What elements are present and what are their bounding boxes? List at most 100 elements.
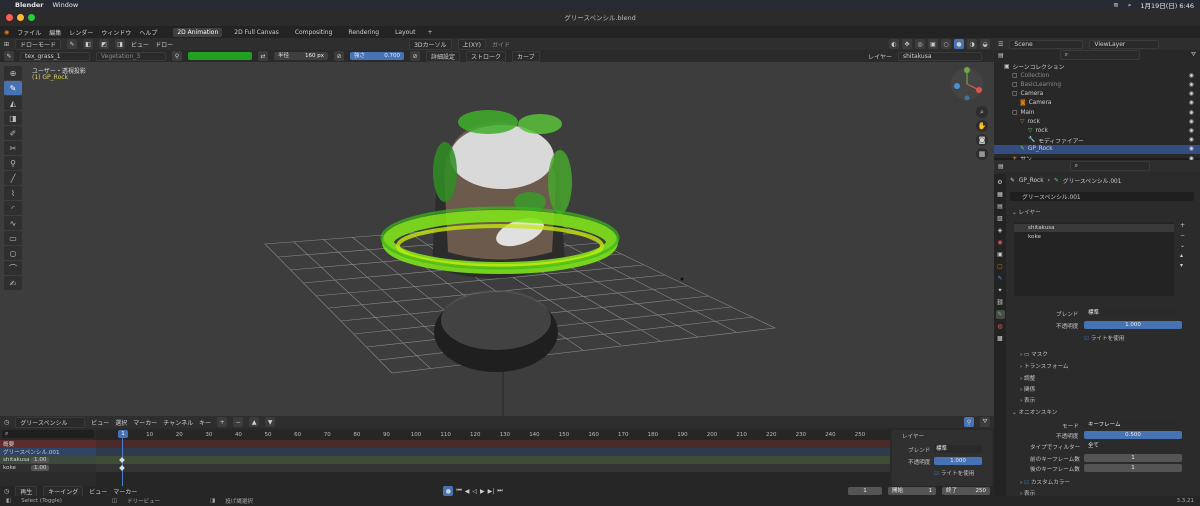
add-workspace-button[interactable]: +: [427, 29, 432, 36]
stroke-dropdown[interactable]: ストローク: [466, 50, 507, 62]
menu-marker[interactable]: マーカー: [133, 418, 157, 427]
clock[interactable]: 1月19日(日) 6:46: [1140, 0, 1194, 10]
keyframes-after-field[interactable]: 1: [1084, 464, 1182, 472]
visibility-eye-icon[interactable]: ◉: [1189, 128, 1194, 134]
outliner-item[interactable]: ▢ Camera ◉: [994, 90, 1200, 99]
effects-tab-icon[interactable]: ✦: [996, 286, 1005, 295]
pan-icon[interactable]: ✋: [976, 120, 988, 132]
solid-shading-icon[interactable]: ●: [954, 39, 964, 49]
eyedropper-tool-icon[interactable]: ⚲: [4, 156, 22, 170]
render-tab-icon[interactable]: ▦: [996, 190, 1005, 199]
outliner-item[interactable]: ◙ Camera ◉: [994, 99, 1200, 108]
add-layer-icon[interactable]: +: [217, 417, 228, 427]
menu-view[interactable]: ビュー: [91, 418, 109, 427]
use-lights-checkbox[interactable]: ☑ ライトを使用: [1084, 334, 1124, 342]
menu-draw[interactable]: ドロー: [155, 40, 173, 49]
strength-field[interactable]: 強さ 0.700: [350, 52, 404, 60]
funnel-icon[interactable]: ⛛: [980, 417, 990, 427]
menu-select[interactable]: 選択: [115, 418, 127, 427]
editor-type-icon[interactable]: ☰: [998, 41, 1003, 48]
properties-search[interactable]: ⌕: [1069, 161, 1150, 171]
cutter-tool-icon[interactable]: ✂: [4, 141, 22, 155]
current-frame-indicator[interactable]: 1: [118, 430, 128, 438]
tint-icon[interactable]: ◨: [115, 39, 126, 49]
transform-section[interactable]: › トランスフォーム: [1020, 362, 1069, 370]
line-tool-icon[interactable]: ╱: [4, 171, 22, 185]
active-layer-field[interactable]: shitakusa: [898, 51, 982, 61]
play-icon[interactable]: ▶: [480, 488, 485, 495]
visibility-eye-icon[interactable]: ◉: [1189, 146, 1194, 152]
keyframe-area[interactable]: [96, 430, 890, 486]
collection-tab-icon[interactable]: ▣: [996, 250, 1005, 259]
draw-tool-icon[interactable]: ✎: [4, 81, 22, 95]
layer-item-shitakusa[interactable]: shitakusa: [1014, 224, 1174, 232]
mode-select[interactable]: ドローモード: [15, 38, 62, 50]
visibility-icon[interactable]: ◐: [889, 39, 899, 49]
move-up-icon[interactable]: ▴: [1180, 252, 1185, 259]
world-tab-icon[interactable]: ◉: [996, 238, 1005, 247]
start-frame-field[interactable]: 開始 1: [888, 487, 936, 495]
box-tool-icon[interactable]: ▭: [4, 231, 22, 245]
adjustments-section[interactable]: › 調整: [1020, 374, 1035, 382]
channel-search[interactable]: ⌕: [2, 430, 94, 438]
blend-select[interactable]: 標準: [934, 445, 982, 453]
gizmo-icon[interactable]: ✥: [902, 39, 912, 49]
layer-opacity[interactable]: 1.00: [31, 457, 50, 463]
viewlayer-select[interactable]: ViewLayer: [1089, 39, 1160, 49]
outliner-item[interactable]: ▣ シーンコレクション: [994, 62, 1200, 72]
annotate-tool-icon[interactable]: ✍: [4, 276, 22, 290]
blender-logo-icon[interactable]: ◉: [4, 29, 9, 36]
opacity-field[interactable]: 1.000: [1084, 321, 1182, 329]
blend-select[interactable]: 標準: [1084, 309, 1182, 317]
view-layer-tab-icon[interactable]: ▧: [996, 214, 1005, 223]
texture-tab-icon[interactable]: ▩: [996, 334, 1005, 343]
pressure-radius-icon[interactable]: ⊘: [334, 51, 344, 61]
workspace-tab-2d-animation[interactable]: 2D Animation: [173, 27, 223, 37]
constraint-tab-icon[interactable]: ⛓: [996, 298, 1005, 307]
drawing-plane-select[interactable]: 上(XY): [457, 38, 486, 50]
outliner-item[interactable]: 🔧 モディファイアー ◉: [994, 136, 1200, 145]
mix-color-icon[interactable]: ⇄: [258, 51, 268, 61]
radius-field[interactable]: 半径 160 px: [274, 52, 328, 60]
layer-item-koke[interactable]: koke: [1014, 233, 1174, 241]
layer-opacity[interactable]: 1.00: [31, 465, 50, 471]
outliner-item[interactable]: ▢ Collection ◉: [994, 71, 1200, 80]
curve-tool-icon[interactable]: ∿: [4, 216, 22, 230]
opacity-field[interactable]: 1.000: [934, 457, 982, 465]
filter-icon[interactable]: ⚲: [964, 417, 974, 427]
move-down-icon[interactable]: ▾: [1180, 262, 1185, 269]
visibility-eye-icon[interactable]: ◉: [1189, 119, 1194, 125]
workspace-tab-compositing[interactable]: Compositing: [291, 28, 337, 37]
menu-marker[interactable]: マーカー: [113, 487, 137, 496]
scene-tab-icon[interactable]: ◈: [996, 226, 1005, 235]
workspace-tab-layout[interactable]: Layout: [391, 28, 419, 37]
xray-icon[interactable]: ▣: [928, 39, 938, 49]
outliner-item[interactable]: ▢ Main ◉: [994, 108, 1200, 117]
menu-help[interactable]: ヘルプ: [139, 28, 157, 37]
menu-edit[interactable]: 編集: [49, 28, 61, 37]
dopesheet-mode-select[interactable]: グリースペンシル: [15, 416, 86, 428]
editor-type-icon[interactable]: ⊞: [4, 41, 9, 48]
close-window-button[interactable]: [6, 14, 13, 21]
guide-toggle[interactable]: ガイド: [492, 40, 510, 49]
next-key-icon[interactable]: ▶|: [488, 488, 495, 495]
prev-key-icon[interactable]: ◀: [465, 488, 470, 495]
modifier-tab-icon[interactable]: ✎: [996, 274, 1005, 283]
onion-opacity-field[interactable]: 0.500: [1084, 431, 1182, 439]
color-mode-icon[interactable]: ⚲: [172, 51, 182, 61]
channel-layer-koke[interactable]: koke 1.00: [0, 464, 96, 472]
remove-layer-icon[interactable]: −: [1180, 232, 1185, 239]
workspace-tab-rendering[interactable]: Rendering: [344, 28, 383, 37]
camera-view-icon[interactable]: ◙: [976, 134, 988, 146]
advanced-settings-dropdown[interactable]: 詳細設定: [426, 50, 461, 62]
menu-view[interactable]: ビュー: [89, 487, 107, 496]
workspace-tab-2d-full-canvas[interactable]: 2D Full Canvas: [230, 28, 283, 37]
editor-type-icon[interactable]: ◷: [4, 419, 9, 426]
outliner-item[interactable]: ▢ BasicLearning ◉: [994, 80, 1200, 89]
fill-tool-icon[interactable]: ◭: [4, 96, 22, 110]
curve-dropdown[interactable]: カーブ: [512, 50, 540, 62]
menu-channel[interactable]: チャンネル: [163, 418, 193, 427]
channel-layer-shitakusa[interactable]: shitakusa 1.00: [0, 456, 96, 464]
brush-material-field[interactable]: tex_grass_1: [20, 51, 90, 61]
wifi-icon[interactable]: ≋: [1113, 1, 1118, 9]
